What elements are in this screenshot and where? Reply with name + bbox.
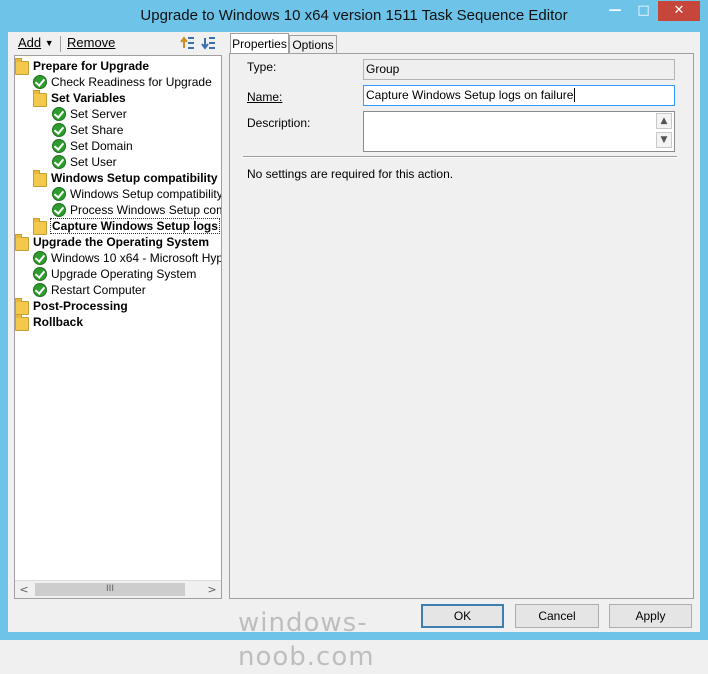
toolbar-divider	[60, 36, 61, 52]
scrollbar-thumb[interactable]: III	[35, 583, 185, 596]
separator-line	[243, 156, 677, 158]
name-label: Name:	[247, 89, 282, 105]
check-icon	[52, 187, 66, 201]
tree-item-label: Capture Windows Setup logs	[50, 218, 220, 234]
check-icon	[33, 75, 47, 89]
tree-item-capture-windows-setup-logs[interactable]: Capture Windows Setup logs	[33, 218, 220, 235]
scroll-right-icon[interactable]: >	[205, 583, 219, 597]
tree-item-label: Rollback	[33, 315, 84, 329]
task-sequence-tree[interactable]: Prepare for Upgrade Check Readiness for …	[14, 55, 222, 599]
tree-item-upgrade-operating-system[interactable]: Upgrade Operating System	[33, 266, 196, 282]
remove-button[interactable]: Remove	[67, 33, 115, 53]
add-label: Add	[18, 35, 42, 50]
tree-item-label: Windows 10 x64 - Microsoft HyperV	[51, 251, 222, 265]
check-icon	[52, 139, 66, 153]
close-button[interactable]: ✕	[658, 1, 700, 21]
name-field-value: Capture Windows Setup logs on failure	[366, 88, 574, 102]
folder-icon	[33, 170, 47, 187]
folder-icon	[15, 58, 29, 75]
tree-item-restart-computer[interactable]: Restart Computer	[33, 282, 146, 298]
scroll-left-icon[interactable]: <	[17, 583, 31, 597]
tree-item-set-domain[interactable]: Set Domain	[52, 138, 133, 154]
scroll-down-icon[interactable]: ▼	[656, 132, 672, 148]
tree-item-label: Post-Processing	[33, 299, 128, 313]
tree-item-windows-setup-compat-scan[interactable]: Windows Setup compatibility sc	[52, 186, 222, 202]
tree-item-check-readiness[interactable]: Check Readiness for Upgrade	[33, 74, 212, 90]
dropdown-arrow-icon: ▼	[44, 38, 54, 48]
check-icon	[52, 123, 66, 137]
close-icon: ✕	[673, 3, 685, 18]
name-field[interactable]: Capture Windows Setup logs on failure	[363, 85, 675, 106]
description-field[interactable]	[363, 111, 675, 152]
folder-icon	[15, 298, 29, 315]
folder-icon	[33, 90, 47, 107]
add-menu-button[interactable]: Add ▼	[18, 33, 54, 53]
tree-item-set-user[interactable]: Set User	[52, 154, 117, 170]
tree-item-label: Set User	[70, 155, 117, 169]
window-frame-right	[700, 32, 708, 640]
tab-properties[interactable]: Properties	[230, 33, 289, 54]
cancel-button[interactable]: Cancel	[515, 604, 599, 628]
tree-horizontal-scrollbar[interactable]: < III >	[15, 580, 221, 598]
tree-item-label: Check Readiness for Upgrade	[51, 75, 212, 89]
scroll-up-icon[interactable]: ▲	[656, 113, 672, 129]
tree-item-label: Set Share	[70, 123, 124, 137]
tree-item-label: Windows Setup compatibility s	[51, 171, 222, 185]
folder-icon	[15, 234, 29, 251]
check-icon	[52, 155, 66, 169]
tab-options[interactable]: Options	[289, 35, 337, 54]
name-label-text: Name:	[247, 90, 283, 104]
tree-item-set-share[interactable]: Set Share	[52, 122, 123, 138]
text-cursor	[574, 88, 576, 102]
tree-item-set-server[interactable]: Set Server	[52, 106, 127, 122]
tree-item-post-processing[interactable]: Post-Processing	[15, 298, 128, 315]
maximize-button[interactable]: □	[630, 1, 657, 21]
maximize-icon: □	[637, 3, 650, 18]
tree-item-label: Set Server	[70, 107, 127, 121]
minimize-button[interactable]: —	[602, 1, 628, 21]
check-icon	[33, 267, 47, 281]
apply-button[interactable]: Apply	[609, 604, 692, 628]
tree-item-label: Set Variables	[51, 91, 126, 105]
tree-item-label: Set Domain	[70, 139, 133, 153]
move-up-icon[interactable]	[180, 35, 196, 51]
folder-icon	[15, 314, 29, 331]
check-icon	[52, 203, 66, 217]
tree-item-label: Upgrade Operating System	[51, 267, 197, 281]
tree-item-label: Windows Setup compatibility sc	[70, 187, 222, 201]
minimize-icon: —	[608, 3, 622, 18]
watermark: windows-noob.com	[238, 608, 375, 672]
settings-message: No settings are required for this action…	[247, 167, 454, 181]
tree-item-label: Restart Computer	[51, 283, 146, 297]
check-icon	[33, 251, 47, 265]
check-icon	[33, 283, 47, 297]
tree-item-label: Prepare for Upgrade	[33, 59, 150, 73]
tree-item-set-variables[interactable]: Set Variables	[33, 90, 126, 107]
tree-item-label: Process Windows Setup compa	[70, 203, 221, 217]
tree-item-windows-setup-compat-group[interactable]: Windows Setup compatibility s	[33, 170, 222, 187]
move-down-icon[interactable]	[201, 35, 217, 51]
check-icon	[52, 107, 66, 121]
tree-item-rollback[interactable]: Rollback	[15, 314, 84, 331]
tree-item-label: Upgrade the Operating System	[33, 235, 210, 249]
folder-icon	[33, 218, 47, 235]
type-label: Type:	[247, 60, 277, 74]
tree-item-upgrade-os-group[interactable]: Upgrade the Operating System	[15, 234, 210, 251]
tree-item-windows-10-x64[interactable]: Windows 10 x64 - Microsoft HyperV	[33, 250, 222, 266]
type-field: Group	[363, 59, 675, 80]
tree-item-process-windows-setup[interactable]: Process Windows Setup compa	[52, 202, 221, 218]
description-label: Description:	[247, 116, 311, 130]
window-frame-left	[0, 32, 8, 640]
tree-item-prepare-for-upgrade[interactable]: Prepare for Upgrade	[15, 58, 150, 75]
